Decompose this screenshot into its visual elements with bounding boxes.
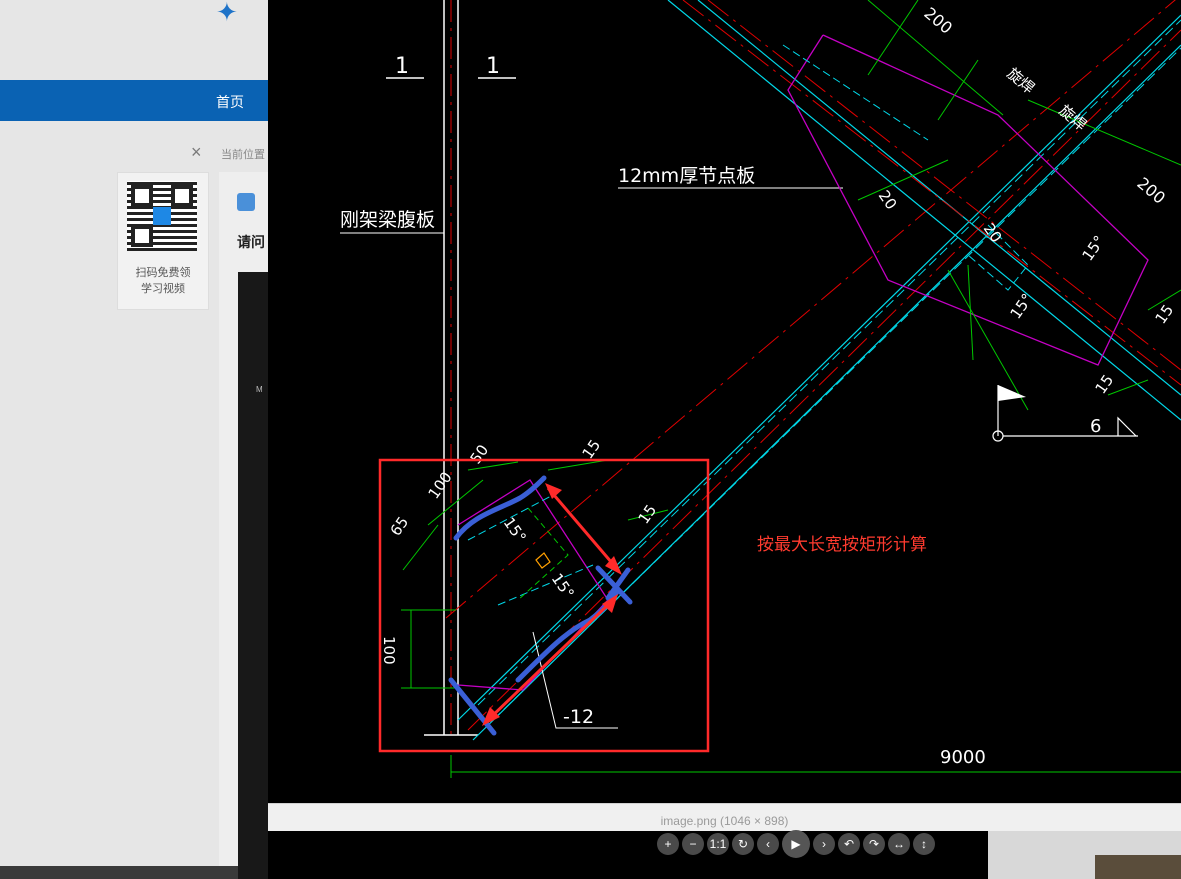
dim-line-d bbox=[1027, 99, 1181, 166]
qr-caption-line1: 扫码免费领 bbox=[135, 267, 191, 279]
blue-mark-top bbox=[453, 475, 547, 541]
dim-15-deg-b: 15° bbox=[1007, 290, 1037, 322]
underlying-thumbnail bbox=[1095, 855, 1181, 879]
red-arrow-2 bbox=[486, 598, 615, 722]
weld-label-a: 旋焊 bbox=[1003, 64, 1038, 97]
annotation-note: 按最大长宽按矩形计算 bbox=[757, 535, 927, 554]
dim-9000-label: 9000 bbox=[940, 747, 986, 768]
lower-gusset-outline bbox=[457, 479, 609, 691]
dark-panel bbox=[238, 272, 268, 879]
deg-label-b: 15° bbox=[548, 570, 578, 602]
reset-button[interactable]: ↻ bbox=[732, 833, 754, 855]
image-file-info: image.png (1046 × 898) bbox=[660, 814, 789, 828]
dim-50: 50 bbox=[467, 441, 493, 467]
dim-100-vertical: 100 bbox=[380, 636, 398, 665]
viewer-toolbar: + − 1:1 ↻ ‹ ▶ › ↶ ↷ ↔ ↕ bbox=[657, 830, 935, 859]
dim-200-right: 200 bbox=[1133, 174, 1169, 208]
next-button[interactable]: › bbox=[813, 833, 835, 855]
center-marker-icon bbox=[535, 552, 551, 569]
brace-dash-2 bbox=[492, 47, 1181, 721]
question-title[interactable]: 请问 bbox=[237, 232, 265, 252]
plate-thickness-label: -12 bbox=[563, 706, 594, 728]
weld-label-b: 旋焊 bbox=[1055, 101, 1090, 134]
web-plate-label: 刚架梁腹板 bbox=[340, 209, 435, 231]
avatar bbox=[237, 193, 255, 211]
dim-line-b bbox=[867, 0, 919, 76]
dim-15-box-right: 15 bbox=[635, 501, 661, 527]
rotate-left-button[interactable]: ↶ bbox=[838, 833, 860, 855]
dim-line-15-top bbox=[547, 459, 609, 471]
elevation-label: 6 bbox=[1090, 416, 1101, 437]
brace2-edge-2 bbox=[697, 0, 1181, 396]
actual-size-button[interactable]: 1:1 bbox=[707, 833, 729, 855]
cad-drawing: 1 1 刚架梁腹板 12mm厚节点板 200 200 旋焊 旋焊 20 20 1… bbox=[340, 0, 1181, 778]
qr-caption: 扫码免费领 学习视频 bbox=[118, 265, 208, 297]
zoom-in-button[interactable]: + bbox=[657, 833, 679, 855]
image-viewer-canvas[interactable]: 1 1 刚架梁腹板 12mm厚节点板 200 200 旋焊 旋焊 20 20 1… bbox=[268, 0, 1181, 803]
top-navigation-bar: 首页 bbox=[0, 80, 268, 121]
previous-button[interactable]: ‹ bbox=[757, 833, 779, 855]
lower-gusset-dash-2 bbox=[497, 564, 594, 606]
bottom-strip bbox=[0, 866, 238, 879]
flip-horizontal-button[interactable]: ↔ bbox=[888, 833, 910, 855]
section-label-left: 1 bbox=[395, 54, 409, 79]
qr-code-image bbox=[127, 181, 197, 251]
highlight-rectangle bbox=[378, 458, 710, 753]
gusset-label: 12mm厚节点板 bbox=[618, 165, 755, 187]
viewer-status-bar: image.png (1046 × 898) bbox=[268, 803, 1181, 832]
section-label-right: 1 bbox=[486, 54, 500, 79]
mini-text: M bbox=[256, 385, 263, 394]
site-logo-icon: ✦ bbox=[216, 0, 238, 27]
qr-caption-line2: 学习视频 bbox=[141, 283, 185, 295]
rotate-right-button[interactable]: ↷ bbox=[863, 833, 885, 855]
brace2-edge-1 bbox=[667, 0, 1181, 421]
qr-code-card[interactable]: 扫码免费领 学习视频 bbox=[117, 172, 209, 310]
flip-vertical-button[interactable]: ↕ bbox=[913, 833, 935, 855]
elevation-triangle-icon bbox=[1117, 416, 1137, 437]
brace-centerline bbox=[445, 0, 1176, 619]
breadcrumb: 当前位置 bbox=[221, 149, 265, 161]
play-button[interactable]: ▶ bbox=[782, 830, 810, 858]
dim-15-deg-a: 15° bbox=[1079, 232, 1109, 264]
dim-200-top: 200 bbox=[920, 4, 956, 38]
close-icon[interactable]: × bbox=[191, 143, 202, 161]
brace-centerline-2 bbox=[467, 29, 1181, 731]
dim-line-f bbox=[947, 269, 1029, 411]
nav-home-link[interactable]: 首页 bbox=[216, 92, 244, 112]
red-arrow-1-head-icon bbox=[545, 483, 562, 499]
dim-15-box-top: 15 bbox=[579, 436, 605, 462]
upper-gusset-outline bbox=[787, 34, 1149, 366]
dim-line-65 bbox=[402, 524, 439, 571]
red-arrow-1 bbox=[546, 487, 620, 571]
dim-65: 65 bbox=[387, 513, 413, 539]
zoom-out-button[interactable]: − bbox=[682, 833, 704, 855]
deg-label-a: 15° bbox=[500, 514, 530, 546]
upper-gusset-dash bbox=[782, 44, 929, 141]
